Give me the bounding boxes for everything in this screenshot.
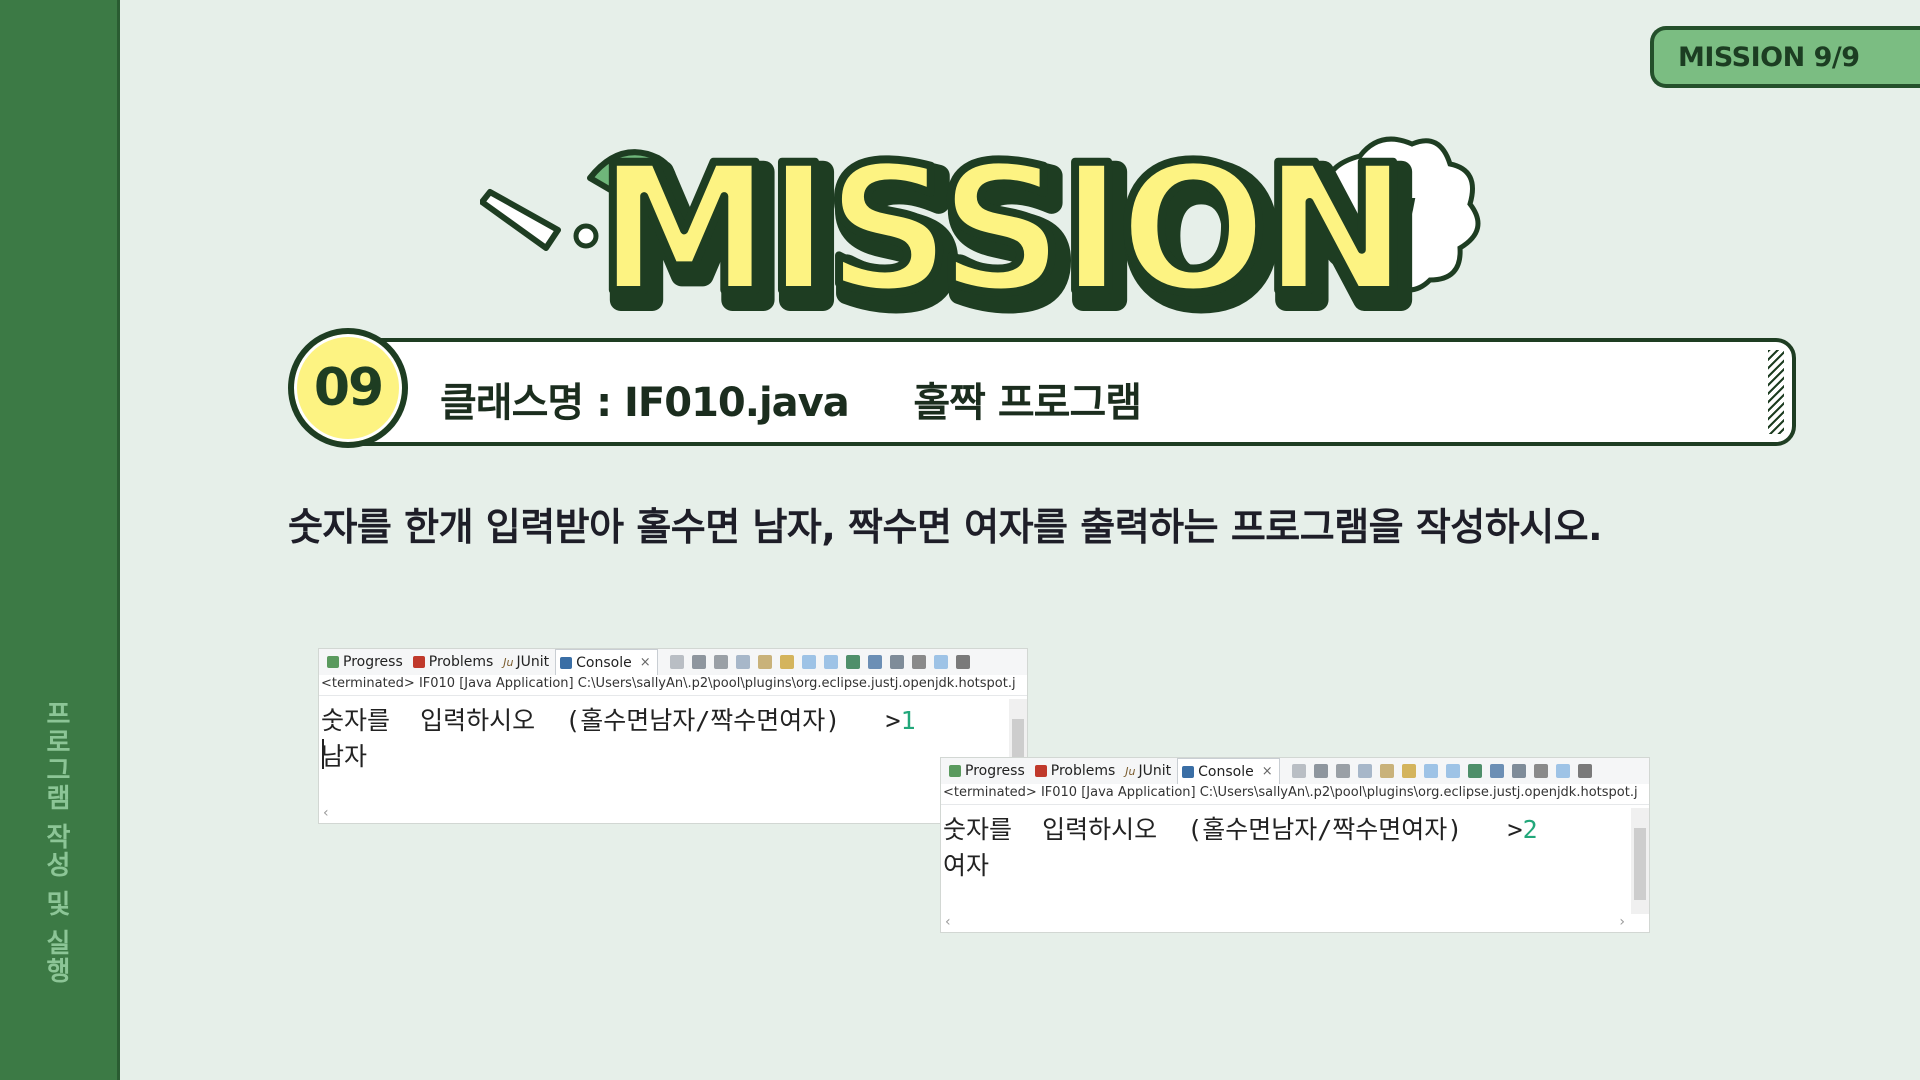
tab-progress[interactable]: Progress	[323, 649, 409, 675]
console-panel-1: Progress Problems Ju JUnit Console × <term…	[318, 648, 1028, 824]
junit-icon: Ju	[1125, 764, 1136, 778]
step-banner: 클래스명 : IF010.java 홀짝 프로그램	[340, 338, 1796, 446]
show-stderr-icon[interactable]	[1445, 764, 1460, 778]
problems-icon	[1034, 765, 1047, 777]
tab-problems[interactable]: Problems	[1031, 758, 1122, 784]
scrollbar-thumb[interactable]	[1634, 828, 1646, 900]
mission-title: Q!! MISSION MISSION	[480, 130, 1481, 330]
console-output-line: 여자	[943, 851, 990, 880]
tab-console[interactable]: Console ×	[1177, 758, 1280, 784]
step-number-badge: 09	[288, 328, 408, 448]
terminate-icon[interactable]	[1291, 764, 1306, 778]
sidebar: 프로그램 작성 및 실행	[0, 0, 120, 1080]
console-input-value: 2	[1522, 815, 1538, 844]
junit-icon: Ju	[503, 655, 514, 669]
clear-console-icon[interactable]	[1357, 764, 1372, 778]
show-stdout-icon[interactable]	[801, 655, 816, 669]
clear-console-icon[interactable]	[735, 655, 750, 669]
mission-title-text: MISSION	[597, 130, 1404, 330]
tab-junit[interactable]: Ju JUnit	[499, 649, 555, 675]
step-number: 09	[313, 358, 384, 418]
console-panel-2: Progress Problems Ju JUnit Console × <term…	[940, 757, 1650, 933]
console-output-line: 남자	[321, 742, 368, 771]
problems-icon	[412, 656, 425, 668]
console-prompt-line: 숫자를 입력하시오 (홀수면남자/짝수면여자) >1	[321, 701, 916, 737]
scroll-right-icon[interactable]: ›	[1619, 914, 1625, 930]
step-heading: 클래스명 : IF010.java 홀짝 프로그램	[440, 380, 1142, 426]
banner-stripe-decoration	[1768, 350, 1784, 434]
tab-console[interactable]: Console ×	[555, 649, 658, 675]
display-console-icon[interactable]	[1489, 764, 1504, 778]
text-caret	[322, 739, 324, 769]
console-toolbar: Progress Problems Ju JUnit Console ×	[941, 758, 1649, 784]
progress-icon	[327, 656, 339, 668]
word-wrap-icon[interactable]	[1401, 764, 1416, 778]
console-toolbar: Progress Problems Ju JUnit Console ×	[319, 649, 1027, 675]
tab-junit[interactable]: Ju JUnit	[1121, 758, 1177, 784]
display-console-icon[interactable]	[867, 655, 882, 669]
mission-description: 숫자를 한개 입력받아 홀수면 남자, 짝수면 여자를 출력하는 프로그램을 작…	[288, 505, 1603, 549]
console-prompt: 숫자를 입력하시오 (홀수면남자/짝수면여자) >	[321, 706, 901, 735]
exclamation-icon	[480, 189, 599, 251]
sidebar-section-label: 프로그램 작성 및 실행	[41, 700, 71, 986]
settings-icon[interactable]	[955, 655, 970, 669]
scroll-lock-icon[interactable]	[757, 655, 772, 669]
console-path: <terminated> IF010 [Java Application] C:…	[941, 785, 1649, 805]
link-icon[interactable]	[933, 655, 948, 669]
terminate-icon[interactable]	[669, 655, 684, 669]
show-stderr-icon[interactable]	[823, 655, 838, 669]
remove-all-icon[interactable]	[713, 655, 728, 669]
console-icon	[560, 656, 573, 669]
console-tool-icons	[1291, 764, 1600, 778]
copy-icon[interactable]	[1533, 764, 1548, 778]
console-path: <terminated> IF010 [Java Application] C:…	[319, 676, 1027, 696]
open-console-icon[interactable]	[1511, 764, 1526, 778]
remove-launch-icon[interactable]	[691, 655, 706, 669]
mission-progress-tab: MISSION 9/9	[1650, 26, 1920, 88]
console-input-value: 1	[900, 706, 916, 735]
console-prompt-line: 숫자를 입력하시오 (홀수면남자/짝수면여자) >2	[943, 810, 1538, 846]
remove-all-icon[interactable]	[1335, 764, 1350, 778]
settings-icon[interactable]	[1577, 764, 1592, 778]
close-icon[interactable]: ×	[1262, 764, 1273, 779]
close-icon[interactable]: ×	[640, 655, 651, 670]
tab-progress[interactable]: Progress	[945, 758, 1031, 784]
scroll-left-icon[interactable]: ‹	[945, 914, 951, 930]
mission-progress-label: MISSION 9/9	[1678, 42, 1860, 73]
show-stdout-icon[interactable]	[1423, 764, 1438, 778]
remove-launch-icon[interactable]	[1313, 764, 1328, 778]
tab-problems[interactable]: Problems	[409, 649, 500, 675]
scroll-left-icon[interactable]: ‹	[323, 805, 329, 821]
vertical-scrollbar[interactable]	[1631, 808, 1649, 914]
scroll-lock-icon[interactable]	[1379, 764, 1394, 778]
progress-icon	[949, 765, 961, 777]
console-tool-icons	[669, 655, 978, 669]
word-wrap-icon[interactable]	[779, 655, 794, 669]
copy-icon[interactable]	[911, 655, 926, 669]
pin-console-icon[interactable]	[1467, 764, 1482, 778]
pin-console-icon[interactable]	[845, 655, 860, 669]
console-prompt: 숫자를 입력하시오 (홀수면남자/짝수면여자) >	[943, 815, 1523, 844]
link-icon[interactable]	[1555, 764, 1570, 778]
open-console-icon[interactable]	[889, 655, 904, 669]
console-icon	[1182, 765, 1195, 778]
